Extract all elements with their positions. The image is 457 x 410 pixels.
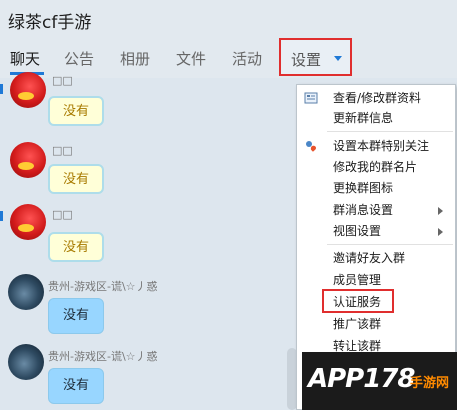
title-bar: 绿茶cf手游	[0, 0, 457, 38]
watermark-main-text: APP178	[308, 364, 416, 394]
message-sender: 贵州-游戏区-谎\☆丿惑	[48, 350, 158, 363]
settings-label: 设置	[291, 51, 322, 69]
group-info-icon	[304, 92, 318, 104]
menu-item-label: 邀请好友入群	[333, 251, 406, 265]
menu-item-special-follow[interactable]: 设置本群特别关注	[297, 135, 455, 157]
unread-indicator	[0, 211, 3, 221]
menu-item-view-edit-group-info[interactable]: 查看/修改群资料	[297, 87, 455, 109]
avatar[interactable]	[10, 142, 46, 178]
menu-item-label: 成员管理	[333, 273, 382, 287]
message-sender: □□	[52, 208, 73, 221]
menu-item-label: 更新群信息	[333, 111, 394, 125]
watermark-logo: APP178 手游网	[302, 352, 457, 410]
message-bubble: 没有	[48, 232, 104, 262]
menu-item-label: 转让该群	[333, 339, 382, 353]
message-sender: □□	[52, 74, 73, 87]
menu-item-label: 查看/修改群资料	[333, 91, 422, 105]
menu-item-edit-group-card[interactable]: 修改我的群名片	[297, 156, 455, 178]
tab-album[interactable]: 相册	[120, 48, 150, 69]
menu-item-label: 修改我的群名片	[333, 160, 418, 174]
chevron-right-icon	[438, 228, 443, 236]
tab-chat[interactable]: 聊天	[10, 48, 40, 69]
message-sender: □□	[52, 144, 73, 157]
caret-down-icon	[334, 56, 342, 61]
avatar[interactable]	[8, 344, 44, 380]
tab-settings[interactable]: 设置	[279, 38, 352, 76]
tab-files[interactable]: 文件	[176, 48, 206, 69]
menu-item-label: 群消息设置	[333, 203, 394, 217]
follow-heart-icon	[306, 141, 316, 152]
menu-item-view-settings[interactable]: 视图设置	[297, 220, 455, 242]
menu-item-label: 推广该群	[333, 317, 382, 331]
menu-item-label: 更换群图标	[333, 181, 394, 195]
avatar[interactable]	[8, 274, 44, 310]
menu-separator	[327, 131, 453, 132]
tab-announcement[interactable]: 公告	[64, 48, 94, 69]
avatar[interactable]	[10, 72, 46, 108]
message-sender: 贵州-游戏区-谎\☆丿惑	[48, 280, 158, 293]
menu-item-label: 设置本群特别关注	[333, 139, 430, 153]
menu-item-label: 视图设置	[333, 224, 382, 238]
chevron-right-icon	[438, 207, 443, 215]
watermark-sub-text: 手游网	[410, 376, 450, 391]
unread-indicator	[0, 84, 3, 94]
message-bubble: 没有	[48, 298, 104, 334]
message-bubble: 没有	[48, 164, 104, 194]
tab-bar: 聊天 公告 相册 文件 活动	[0, 38, 457, 78]
avatar[interactable]	[10, 204, 46, 240]
message-bubble: 没有	[48, 368, 104, 404]
verification-highlight-box	[322, 289, 394, 313]
menu-separator	[327, 244, 453, 245]
menu-item-message-settings[interactable]: 群消息设置	[297, 199, 455, 221]
menu-item-change-group-icon[interactable]: 更换群图标	[297, 177, 455, 199]
tab-activity[interactable]: 活动	[232, 48, 262, 69]
menu-item-invite-friends[interactable]: 邀请好友入群	[297, 247, 455, 269]
message-bubble: 没有	[48, 96, 104, 126]
menu-item-member-management[interactable]: 成员管理	[297, 269, 455, 291]
window-title: 绿茶cf手游	[8, 13, 92, 33]
menu-item-refresh-group-info[interactable]: 更新群信息	[297, 107, 455, 129]
menu-item-promote-group[interactable]: 推广该群	[297, 313, 455, 335]
